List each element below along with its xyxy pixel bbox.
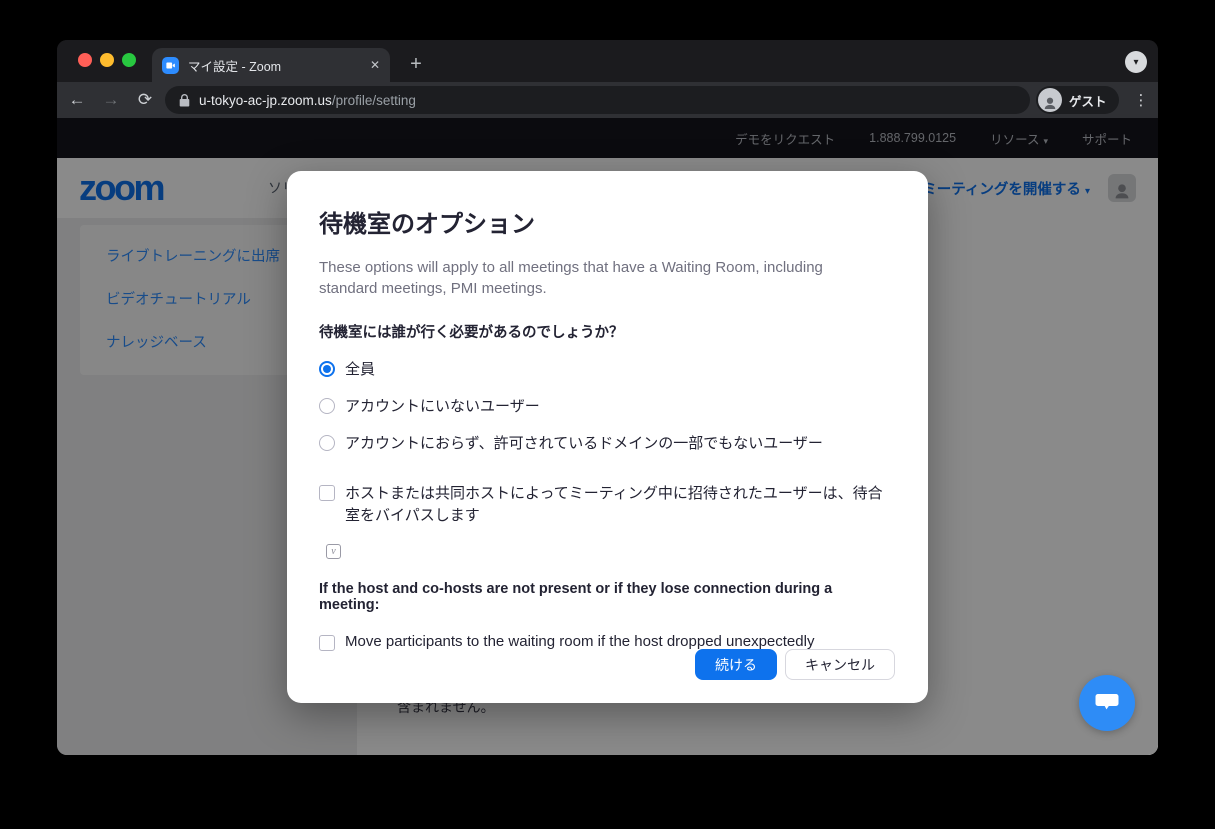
browser-toolbar: ← → ⟳ u-tokyo-ac-jp.zoom.us/profile/sett… bbox=[57, 82, 1158, 118]
url-path: /profile/setting bbox=[332, 93, 416, 108]
radio-unselected-icon[interactable] bbox=[319, 435, 335, 451]
zoom-favicon-icon bbox=[162, 57, 179, 74]
radio-option-users-not-in-account[interactable]: アカウントにいないユーザー bbox=[319, 395, 895, 416]
browser-tab[interactable]: マイ設定 - Zoom ✕ bbox=[152, 48, 390, 82]
chat-bubble-icon bbox=[1094, 689, 1120, 718]
close-window-button[interactable] bbox=[78, 53, 92, 67]
guest-profile-label: ゲスト bbox=[1069, 91, 1107, 110]
tab-title: マイ設定 - Zoom bbox=[188, 56, 362, 75]
lock-icon bbox=[179, 94, 190, 107]
tab-close-icon[interactable]: ✕ bbox=[370, 58, 380, 72]
modal-buttons: 続ける キャンセル bbox=[695, 649, 895, 680]
browser-tab-strip: マイ設定 - Zoom ✕ + ▾ bbox=[57, 40, 1158, 82]
chat-widget-button[interactable] bbox=[1079, 675, 1135, 731]
radio-unselected-icon[interactable] bbox=[319, 398, 335, 414]
radio-selected-icon[interactable] bbox=[319, 361, 335, 377]
url-text: u-tokyo-ac-jp.zoom.us/profile/setting bbox=[199, 93, 416, 108]
modal-description: These options will apply to all meetings… bbox=[319, 257, 864, 299]
new-tab-button[interactable]: + bbox=[402, 50, 430, 78]
radio-option-everyone[interactable]: 全員 bbox=[319, 358, 895, 379]
browser-profile-button[interactable]: ゲスト bbox=[1036, 86, 1119, 114]
checkbox-unchecked-icon[interactable] bbox=[319, 485, 335, 501]
reload-icon[interactable]: ⟳ bbox=[131, 86, 159, 114]
url-host: u-tokyo-ac-jp.zoom.us bbox=[199, 93, 332, 108]
tab-search-button[interactable]: ▾ bbox=[1125, 51, 1147, 73]
cancel-button[interactable]: キャンセル bbox=[785, 649, 895, 680]
desktop-background: マイ設定 - Zoom ✕ + ▾ ← → ⟳ u-tokyo-ac-jp.zo… bbox=[0, 0, 1215, 829]
back-icon[interactable]: ← bbox=[63, 86, 91, 114]
broken-image-icon: v bbox=[326, 544, 341, 559]
guest-avatar-icon bbox=[1038, 88, 1062, 112]
browser-window: マイ設定 - Zoom ✕ + ▾ ← → ⟳ u-tokyo-ac-jp.zo… bbox=[57, 40, 1158, 755]
checkbox-unchecked-icon[interactable] bbox=[319, 635, 335, 651]
bypass-waiting-room-checkbox-row[interactable]: ホストまたは共同ホストによってミーティング中に招待されたユーザーは、待合室をバイ… bbox=[319, 483, 895, 527]
browser-menu-icon[interactable]: ⋮ bbox=[1127, 86, 1155, 114]
zoom-settings-page: デモをリクエスト 1.888.799.0125 リソース▾ サポート zoom … bbox=[57, 118, 1158, 755]
modal-title: 待機室のオプション bbox=[319, 204, 895, 239]
address-bar[interactable]: u-tokyo-ac-jp.zoom.us/profile/setting bbox=[165, 86, 1030, 114]
waiting-room-options-modal: 待機室のオプション These options will apply to al… bbox=[287, 171, 928, 703]
waiting-room-question: 待機室には誰が行く必要があるのでしょうか？ bbox=[319, 321, 895, 342]
radio-option-users-not-in-account-or-domain[interactable]: アカウントにおらず、許可されているドメインの一部でもないユーザー bbox=[319, 432, 895, 453]
continue-button[interactable]: 続ける bbox=[695, 649, 777, 680]
maximize-window-button[interactable] bbox=[122, 53, 136, 67]
minimize-window-button[interactable] bbox=[100, 53, 114, 67]
window-controls bbox=[78, 53, 136, 67]
forward-icon[interactable]: → bbox=[97, 86, 125, 114]
host-absent-heading: If the host and co-hosts are not present… bbox=[319, 581, 895, 613]
